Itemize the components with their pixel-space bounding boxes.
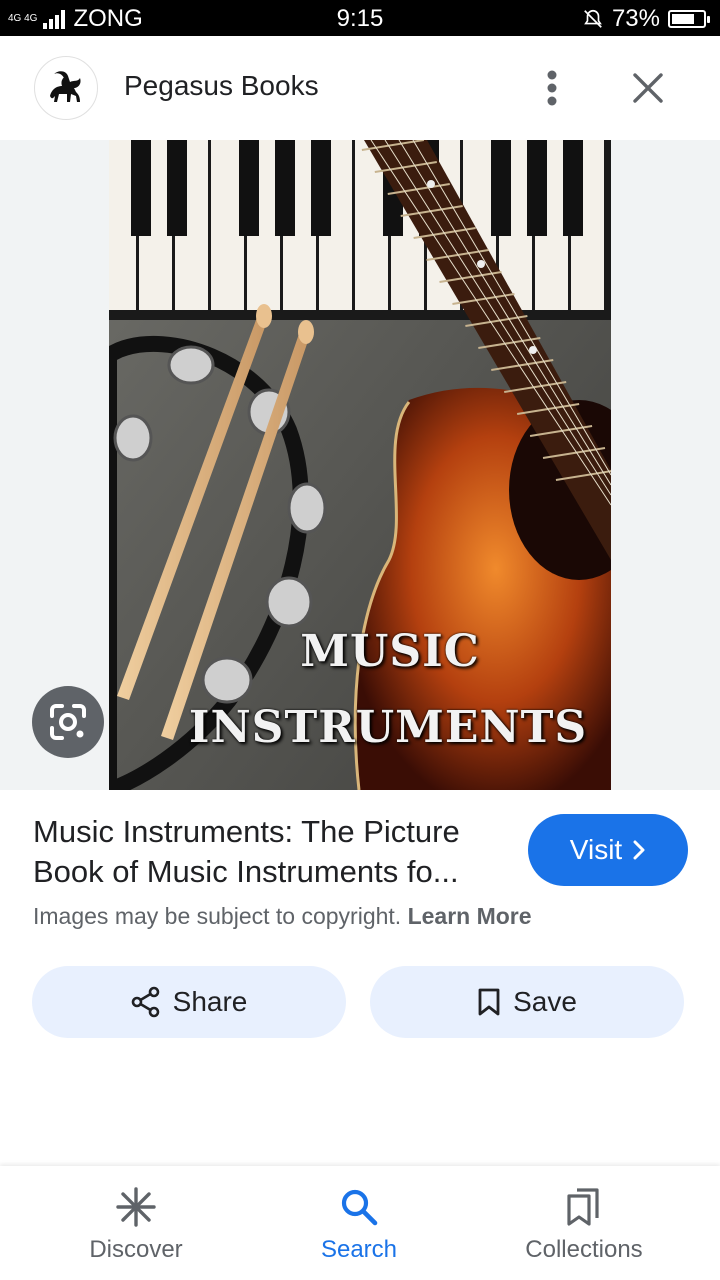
cover-title-line1: MUSIC — [300, 626, 480, 677]
discover-icon — [116, 1187, 156, 1227]
pegasus-logo-icon — [50, 71, 81, 102]
learn-more-link[interactable]: Learn More — [408, 903, 532, 929]
status-right: 73% — [582, 5, 710, 33]
source-name[interactable]: Pegasus Books — [124, 70, 319, 102]
bookmark-icon — [478, 988, 500, 1016]
close-icon — [633, 73, 663, 103]
more-vert-icon — [547, 70, 557, 106]
save-label: Save — [513, 986, 577, 1017]
more-options-button[interactable] — [532, 64, 572, 112]
google-lens-icon — [50, 704, 86, 740]
result-title[interactable]: Music Instruments: The Picture Book of M… — [33, 812, 503, 892]
visit-button[interactable]: Visit — [528, 814, 688, 886]
source-avatar[interactable] — [34, 56, 98, 120]
chevron-right-icon — [633, 840, 645, 860]
image-preview-area: MUSIC INSTRUMENTS — [0, 140, 720, 790]
source-header: Pegasus Books — [0, 36, 720, 140]
bottom-navigation: Discover Search Collections — [0, 1166, 720, 1280]
share-button[interactable]: Share — [32, 966, 346, 1038]
close-button[interactable] — [624, 64, 672, 112]
search-icon — [341, 1189, 378, 1226]
cover-artwork — [109, 140, 611, 790]
nav-collections[interactable]: Collections — [484, 1184, 684, 1264]
battery-icon — [668, 10, 710, 28]
silent-bell-icon — [584, 9, 602, 28]
book-cover-image[interactable]: MUSIC INSTRUMENTS — [109, 140, 611, 790]
nav-search[interactable]: Search — [259, 1184, 459, 1264]
nav-collections-label: Collections — [525, 1236, 643, 1263]
nav-discover-label: Discover — [89, 1236, 183, 1263]
cover-title-line2: INSTRUMENTS — [188, 702, 588, 753]
battery-percent: 73% — [611, 5, 660, 32]
nav-search-label: Search — [320, 1236, 398, 1263]
save-button[interactable]: Save — [370, 966, 684, 1038]
share-icon — [131, 986, 159, 1018]
google-lens-button[interactable] — [32, 686, 104, 758]
visit-label: Visit — [569, 834, 623, 865]
nav-discover[interactable]: Discover — [36, 1184, 236, 1264]
collections-icon — [567, 1188, 599, 1226]
share-label: Share — [172, 986, 248, 1017]
status-bar: 4G 4G ZONG 9:15 73% — [0, 0, 720, 36]
copyright-notice: Images may be subject to copyright. Lear… — [33, 903, 532, 930]
copyright-text: Images may be subject to copyright. — [33, 903, 402, 929]
